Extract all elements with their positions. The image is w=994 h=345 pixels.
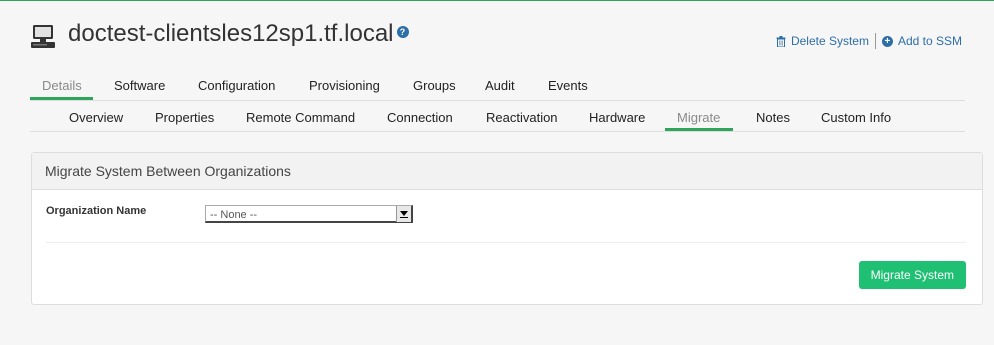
organization-name-label: Organization Name xyxy=(46,205,147,217)
subtab-hardware[interactable]: Hardware xyxy=(589,110,645,125)
action-separator xyxy=(874,33,876,49)
organization-select-value: -- None -- xyxy=(210,209,258,221)
header-actions: Delete System + Add to SSM xyxy=(776,33,962,49)
page-title-text: doctest-clientsles12sp1.tf.local xyxy=(68,20,394,47)
subtab-migrate[interactable]: Migrate xyxy=(677,110,720,125)
tab-software[interactable]: Software xyxy=(114,78,165,93)
page-title: doctest-clientsles12sp1.tf.local? xyxy=(68,20,409,48)
tab-details[interactable]: Details xyxy=(42,78,82,93)
secondary-tabs: Overview Properties Remote Command Conne… xyxy=(30,101,965,132)
tab-groups[interactable]: Groups xyxy=(413,78,456,93)
tab-provisioning[interactable]: Provisioning xyxy=(309,78,380,93)
trash-icon xyxy=(776,35,786,47)
tab-configuration[interactable]: Configuration xyxy=(198,78,275,93)
subtab-properties[interactable]: Properties xyxy=(155,110,214,125)
dropdown-arrow-icon[interactable] xyxy=(396,206,411,222)
add-to-ssm-link[interactable]: + Add to SSM xyxy=(881,34,962,48)
desktop-computer-icon xyxy=(31,25,55,48)
migrate-panel: Migrate System Between Organizations Org… xyxy=(31,152,983,305)
tab-events[interactable]: Events xyxy=(548,78,588,93)
help-icon[interactable]: ? xyxy=(396,26,409,38)
plus-circle-icon: + xyxy=(881,35,893,47)
form-divider xyxy=(46,242,966,243)
add-to-ssm-label: Add to SSM xyxy=(897,34,962,48)
panel-title: Migrate System Between Organizations xyxy=(32,153,982,190)
delete-system-link[interactable]: Delete System xyxy=(776,34,869,48)
subtab-reactivation[interactable]: Reactivation xyxy=(486,110,558,125)
subtab-notes[interactable]: Notes xyxy=(756,110,790,125)
subtab-connection[interactable]: Connection xyxy=(387,110,453,125)
subtab-remote-command[interactable]: Remote Command xyxy=(246,110,355,125)
tab-audit[interactable]: Audit xyxy=(485,78,515,93)
primary-tabs: Details Software Configuration Provision… xyxy=(30,76,965,101)
top-accent-line xyxy=(0,0,994,1)
active-subtab-indicator xyxy=(665,128,733,131)
subtab-overview[interactable]: Overview xyxy=(69,110,123,125)
subtab-custom-info[interactable]: Custom Info xyxy=(821,110,891,125)
delete-system-label: Delete System xyxy=(790,34,869,48)
active-tab-indicator xyxy=(30,97,93,100)
organization-select[interactable]: -- None -- xyxy=(205,205,413,223)
migrate-system-button[interactable]: Migrate System xyxy=(858,261,966,289)
